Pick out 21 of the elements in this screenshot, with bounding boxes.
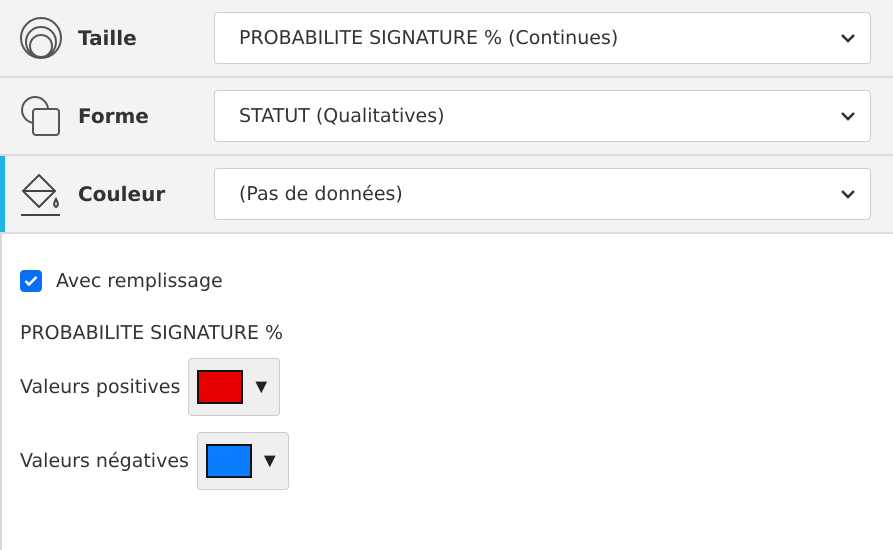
- mapping-select[interactable]: STATUT (Qualitatives): [214, 90, 871, 142]
- checkbox[interactable]: [20, 270, 42, 292]
- chevron-down-icon: [840, 189, 856, 199]
- color-picker-button[interactable]: ▼: [188, 358, 280, 416]
- chevron-down-icon: [840, 33, 856, 43]
- mapping-row[interactable]: Forme STATUT (Qualitatives): [0, 78, 893, 156]
- mapping-select[interactable]: PROBABILITE SIGNATURE % (Continues): [214, 12, 871, 64]
- chevron-down-icon: [840, 111, 856, 121]
- color-picker-label: Valeurs négatives: [20, 450, 189, 472]
- mapping-label: Couleur: [78, 182, 166, 206]
- checkmark-icon: [24, 275, 38, 287]
- checkbox-label: Avec remplissage: [56, 270, 223, 292]
- concentric-circles-icon: [18, 15, 64, 61]
- mapping-select[interactable]: (Pas de données): [214, 168, 871, 220]
- color-picker-label: Valeurs positives: [20, 376, 180, 398]
- mapping-row[interactable]: Couleur (Pas de données): [0, 156, 893, 234]
- section-title: PROBABILITE SIGNATURE %: [20, 322, 284, 344]
- color-picker-button[interactable]: ▼: [196, 432, 289, 490]
- mapping-label: Forme: [78, 104, 150, 128]
- mapping-label: Taille: [78, 26, 138, 50]
- mapping-row[interactable]: Taille PROBABILITE SIGNATURE % (Continues): [0, 0, 893, 78]
